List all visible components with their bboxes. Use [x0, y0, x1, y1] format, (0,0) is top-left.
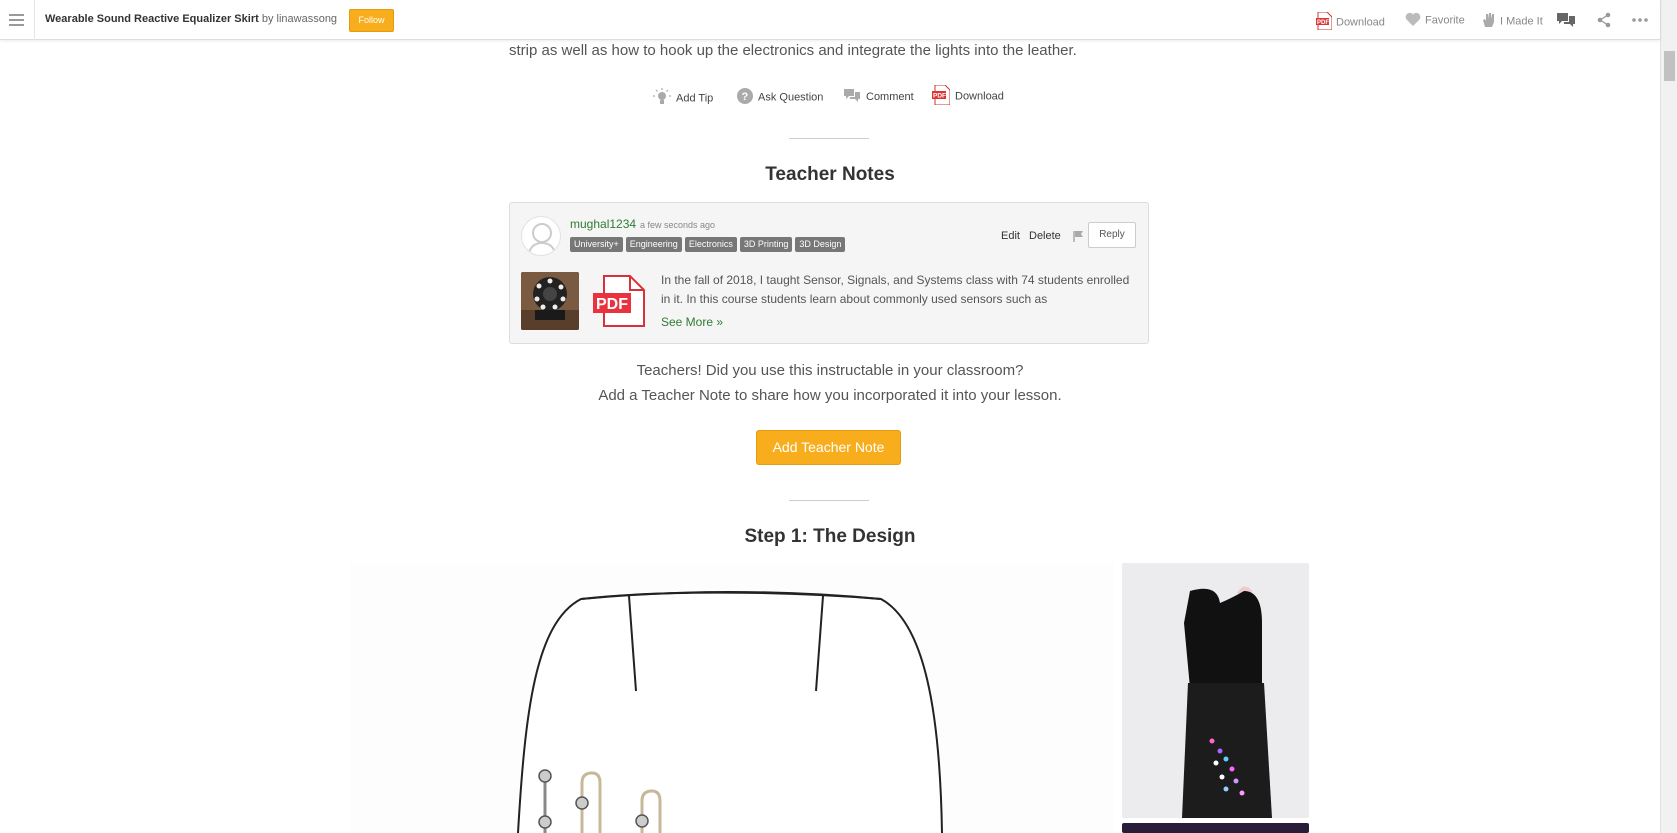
- project-title-area: Wearable Sound Reactive Equalizer Skirt …: [45, 13, 337, 25]
- pdf-icon: PDF: [1316, 11, 1333, 33]
- svg-text:?: ?: [742, 91, 749, 103]
- reply-button[interactable]: Reply: [1088, 222, 1136, 248]
- step-heading: Step 1: The Design: [744, 526, 916, 547]
- tag-university[interactable]: University+: [570, 237, 623, 252]
- author-link[interactable]: linawassong: [277, 13, 338, 25]
- teacher-prompt-line2: Add a Teacher Note to share how you inco…: [598, 387, 1062, 404]
- note-timestamp: a few seconds ago: [640, 220, 716, 230]
- note-preview-text: In the fall of 2018, I taught Sensor, Si…: [661, 273, 1130, 306]
- pdf-attachment-icon[interactable]: PDF: [592, 275, 646, 332]
- divider: [789, 138, 869, 139]
- follow-button[interactable]: Follow: [349, 9, 394, 32]
- favorite-button[interactable]: Favorite: [1405, 12, 1465, 28]
- hand-icon: [1482, 12, 1496, 31]
- add-tip-button[interactable]: Add Tip: [653, 88, 713, 108]
- step-side-image-2[interactable]: [1122, 823, 1309, 833]
- tag-3d-design[interactable]: 3D Design: [795, 237, 846, 252]
- project-title[interactable]: Wearable Sound Reactive Equalizer Skirt: [45, 13, 259, 25]
- edit-link[interactable]: Edit: [1001, 230, 1020, 242]
- comment-label: Comment: [866, 90, 914, 103]
- download-label: Download: [955, 90, 1004, 103]
- pdf-icon: PDF: [932, 84, 951, 108]
- question-icon: ?: [737, 88, 753, 107]
- top-bar: Wearable Sound Reactive Equalizer Skirt …: [0, 0, 1660, 40]
- svg-text:PDF: PDF: [1317, 20, 1329, 26]
- comment-button[interactable]: Comment: [843, 88, 914, 108]
- download-button[interactable]: PDF Download: [932, 84, 1004, 108]
- teacher-note-card: mughal1234 a few seconds ago University+…: [509, 202, 1149, 344]
- topbar-download-button[interactable]: PDF Download: [1316, 11, 1385, 31]
- lightbulb-icon: [653, 88, 671, 109]
- favorite-label: Favorite: [1425, 14, 1465, 27]
- scroll-thumb[interactable]: [1664, 51, 1675, 81]
- intro-text: strip as well as how to hook up the elec…: [509, 42, 1077, 59]
- ask-question-button[interactable]: ? Ask Question: [737, 88, 823, 108]
- more-icon[interactable]: [1631, 12, 1649, 28]
- step-main-image[interactable]: [350, 563, 1114, 833]
- share-icon[interactable]: [1596, 12, 1612, 28]
- tag-engineering[interactable]: Engineering: [625, 237, 682, 252]
- menu-icon[interactable]: [0, 0, 35, 40]
- teacher-prompt-line1: Teachers! Did you use this instructable …: [636, 362, 1024, 379]
- note-tags: University+ Engineering Electronics 3D Prin…: [570, 237, 848, 252]
- page-scrollbar[interactable]: [1660, 0, 1677, 833]
- topbar-download-label: Download: [1336, 16, 1385, 29]
- flag-icon[interactable]: [1073, 229, 1085, 247]
- teacher-notes-heading: Teacher Notes: [765, 164, 895, 185]
- heart-icon: [1405, 12, 1421, 29]
- see-more-link[interactable]: See More »: [661, 315, 723, 329]
- comments-icon[interactable]: [1556, 12, 1576, 28]
- step-side-image[interactable]: [1122, 563, 1309, 818]
- avatar[interactable]: [521, 216, 561, 256]
- tag-3d-printing[interactable]: 3D Printing: [739, 237, 793, 252]
- delete-link[interactable]: Delete: [1029, 230, 1061, 242]
- comment-icon: [843, 88, 861, 106]
- note-attachment-thumbnail[interactable]: [521, 272, 579, 330]
- add-teacher-note-button[interactable]: Add Teacher Note: [756, 430, 901, 465]
- ask-question-label: Ask Question: [758, 91, 824, 104]
- svg-text:PDF: PDF: [596, 296, 628, 313]
- i-made-it-label: I Made It: [1500, 15, 1543, 28]
- svg-text:PDF: PDF: [933, 93, 946, 100]
- note-username[interactable]: mughal1234: [570, 217, 636, 231]
- divider: [789, 500, 869, 501]
- tag-electronics[interactable]: Electronics: [684, 237, 737, 252]
- i-made-it-button[interactable]: I Made It: [1482, 12, 1543, 28]
- by-label: by: [261, 13, 277, 25]
- add-tip-label: Add Tip: [676, 92, 714, 105]
